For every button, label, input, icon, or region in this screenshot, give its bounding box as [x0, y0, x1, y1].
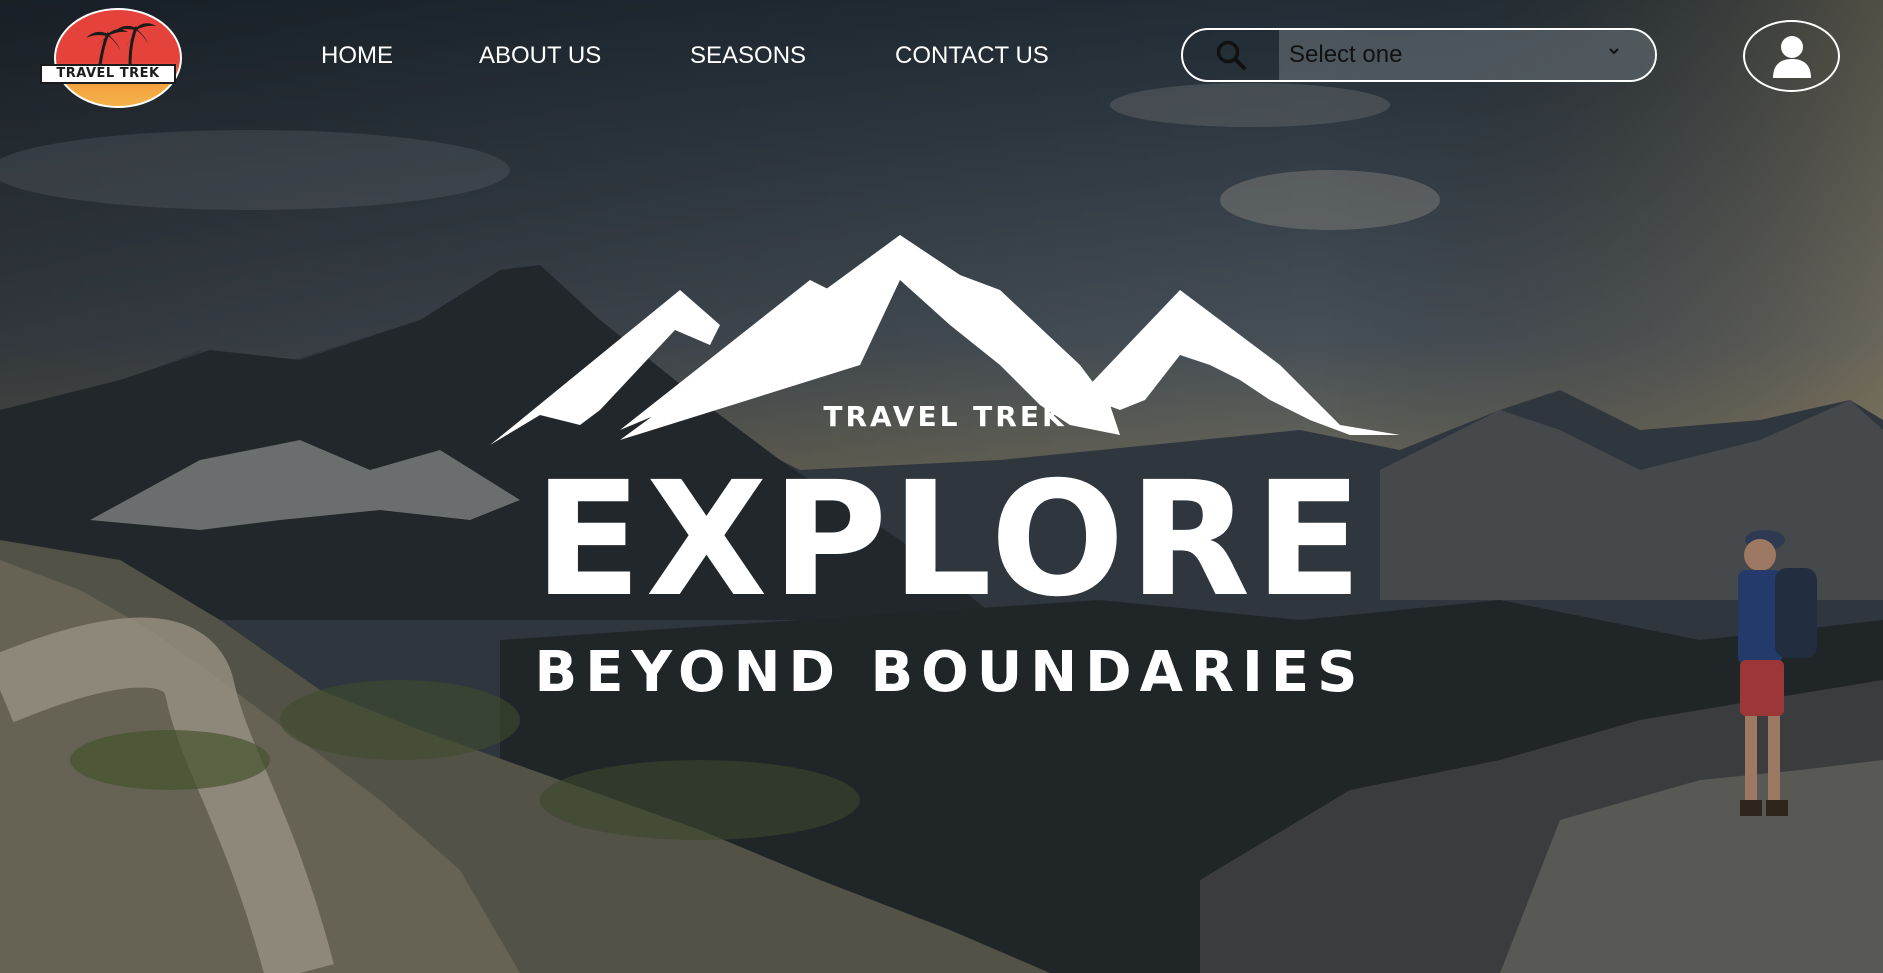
hero-brand-text: TRAVEL TREK	[823, 400, 1067, 433]
hero-title: EXPLORE	[533, 448, 1367, 632]
hero-subtitle: BEYOND BOUNDARIES	[534, 640, 1366, 705]
hero-section: TRAVEL TREK EXPLORE BEYOND BOUNDARIES	[0, 0, 1883, 973]
page: TRAVEL TREK HOME ABOUT US SEASONS CONTAC…	[0, 0, 1883, 973]
